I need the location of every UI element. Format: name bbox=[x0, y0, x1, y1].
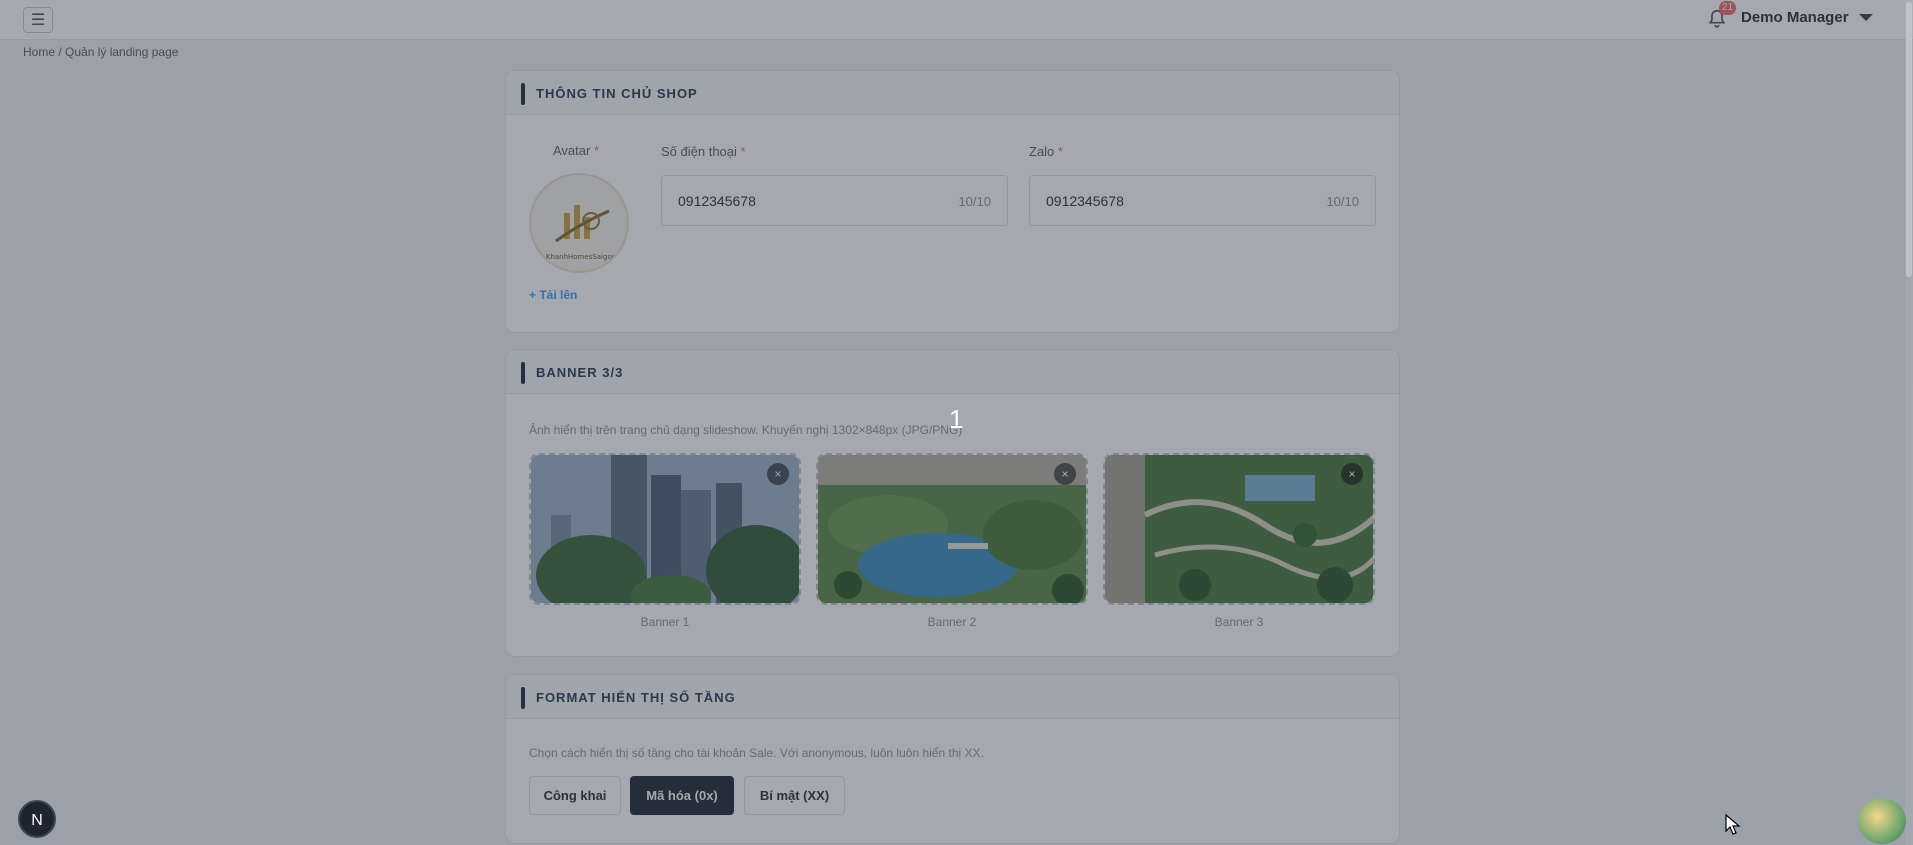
lightbox-counter: 1 bbox=[949, 404, 964, 434]
scrollbar-thumb[interactable] bbox=[1906, 2, 1912, 277]
next-dev-badge[interactable]: N bbox=[18, 800, 56, 838]
mouse-cursor-icon bbox=[1725, 814, 1741, 835]
assistant-avatar-button[interactable] bbox=[1858, 798, 1906, 844]
